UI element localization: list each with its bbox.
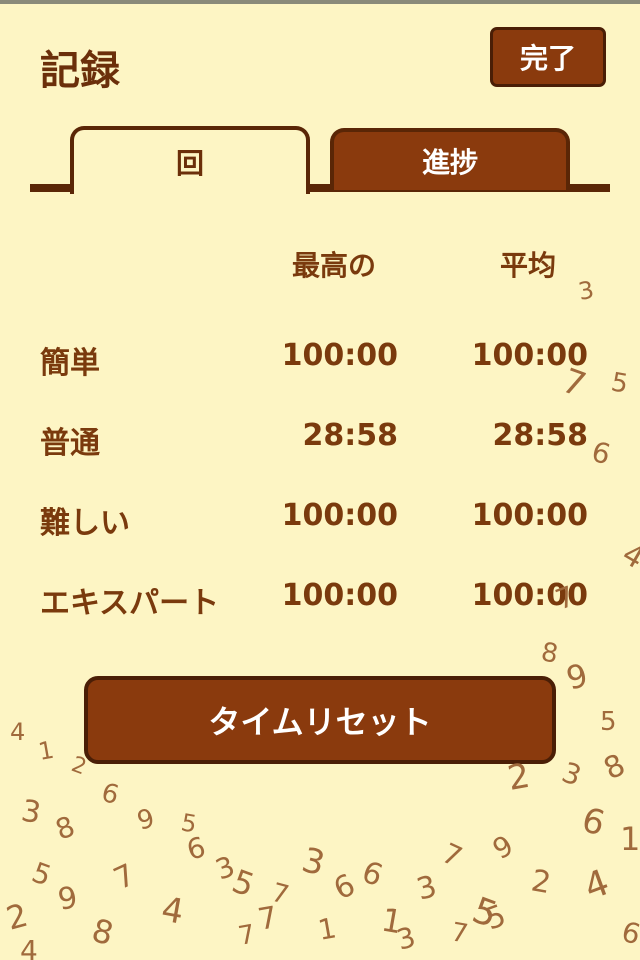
decorative-digit: 9 xyxy=(134,804,158,837)
decorative-digit: 5 xyxy=(467,890,503,936)
decorative-digit: 3 xyxy=(393,920,419,956)
average-time-hard: 100:00 xyxy=(471,498,588,533)
row-label-hard: 難しい xyxy=(40,506,130,541)
decorative-digit: 7 xyxy=(268,878,292,911)
decorative-digit: 4 xyxy=(158,889,186,932)
decorative-digit: 3 xyxy=(576,276,596,306)
decorative-digit: 9 xyxy=(55,880,80,918)
decorative-digit: 8 xyxy=(51,809,79,846)
column-header-best: 最高の xyxy=(292,249,377,282)
decorative-digit: 1 xyxy=(379,900,406,941)
decorative-digit: 1 xyxy=(36,736,56,766)
decorative-digit: 3 xyxy=(413,869,441,908)
average-time-normal: 28:58 xyxy=(492,418,589,453)
decorative-digit: 8 xyxy=(539,637,561,669)
decorative-digit: 6 xyxy=(98,778,122,811)
best-time-expert: 100:00 xyxy=(281,578,398,613)
tab-progress[interactable]: 進捗 xyxy=(330,128,570,190)
decorative-digit: 6 xyxy=(183,830,209,866)
decorative-digit: 7 xyxy=(236,919,258,951)
row-label-expert: エキスパート xyxy=(40,586,220,621)
decorative-digit: 8 xyxy=(88,911,118,953)
decorative-digit: 3 xyxy=(19,793,44,831)
decorative-digit: 4 xyxy=(579,862,615,908)
decorative-digit: 4 xyxy=(10,718,25,746)
decorative-digit: 4 xyxy=(616,537,640,577)
status-bar-edge xyxy=(0,0,640,4)
column-header-average: 平均 xyxy=(500,249,557,282)
average-time-expert: 100:00 xyxy=(471,578,588,613)
decorative-digit: 7 xyxy=(437,836,467,873)
decorative-digit: 2 xyxy=(2,896,32,938)
decorative-digit: 3 xyxy=(558,756,586,793)
page-title: 記録 xyxy=(40,48,120,94)
decorative-digit: 1 xyxy=(315,911,338,947)
decorative-digit: 5 xyxy=(28,856,56,893)
decorative-digit: 3 xyxy=(298,840,329,884)
best-time-hard: 100:00 xyxy=(281,498,398,533)
decorative-digit: 8 xyxy=(599,747,631,787)
decorative-digit: 6 xyxy=(618,915,640,951)
decorative-digit: 5 xyxy=(227,862,259,905)
decorative-digit: 7 xyxy=(255,900,280,938)
decorative-digit: 9 xyxy=(562,656,592,698)
done-button[interactable]: 完了 xyxy=(490,27,606,87)
row-label-normal: 普通 xyxy=(40,426,100,461)
decorative-digit: 4 xyxy=(20,934,38,960)
tab-records[interactable]: 回 xyxy=(70,126,310,194)
decorative-digit: 5 xyxy=(609,367,631,399)
decorative-digit: 6 xyxy=(329,867,361,907)
best-time-easy: 100:00 xyxy=(281,338,398,373)
decorative-digit: 7 xyxy=(109,857,141,897)
decorative-digit: 6 xyxy=(357,855,387,894)
best-time-normal: 28:58 xyxy=(302,418,399,453)
decorative-digit: 1 xyxy=(620,820,640,858)
row-label-easy: 簡単 xyxy=(40,346,100,381)
time-reset-button[interactable]: タイムリセット xyxy=(84,676,556,764)
decorative-digit: 5 xyxy=(179,808,199,838)
decorative-digit: 7 xyxy=(449,917,471,949)
decorative-digit: 2 xyxy=(529,863,554,901)
decorative-digit: 3 xyxy=(211,849,239,886)
decorative-digit: 6 xyxy=(588,435,614,471)
decorative-digit: 5 xyxy=(481,898,511,937)
decorative-digit: 9 xyxy=(487,829,519,866)
decorative-digit: 6 xyxy=(578,800,609,844)
average-time-easy: 100:00 xyxy=(471,338,588,373)
decorative-digit: 5 xyxy=(600,707,617,737)
